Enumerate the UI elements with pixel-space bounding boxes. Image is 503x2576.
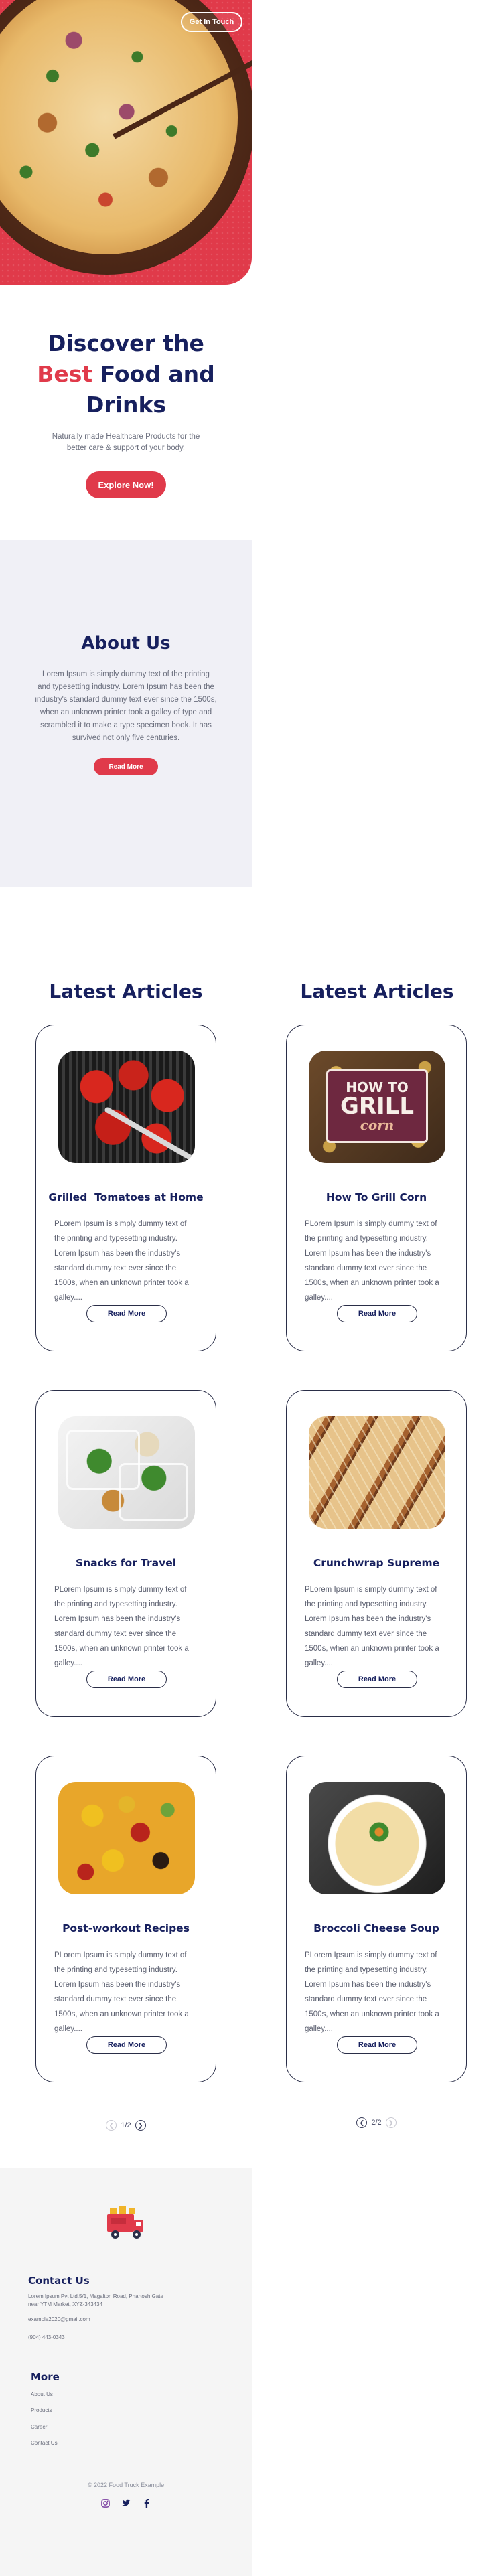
about-text: Lorem Ipsum is simply dummy text of the … [35,670,217,742]
explore-now-button[interactable]: Explore Now! [86,471,166,498]
article-excerpt: PLorem Ipsum is simply dummy text of the… [305,1586,439,1667]
article-excerpt: PLorem Ipsum is simply dummy text of the… [54,1220,189,1302]
grilled-tomatoes-image [58,1051,195,1163]
read-more-button[interactable]: Read More [337,2036,417,2054]
article-card[interactable]: Crunchwrap Supreme PLorem Ipsum is simpl… [286,1390,467,1717]
footer-link-about-us[interactable]: About Us [31,2391,53,2397]
article-card[interactable]: HOW TO GRILL corn How To Grill Corn PLor… [286,1025,467,1351]
page-indicator: 1/2 [121,2121,131,2129]
chevron-left-icon[interactable]: ❮ [356,2117,368,2128]
hero-title-line-2: Best Food and [0,359,252,390]
hero-title-line-2-rest: Food and [92,361,215,387]
read-more-button[interactable]: Read More [86,1305,167,1322]
article-title: Broccoli Cheese Soup [313,1922,439,1935]
article-card[interactable]: Broccoli Cheese Soup PLorem Ipsum is sim… [286,1756,467,2082]
footer-link-contact-us[interactable]: Contact Us [31,2440,58,2446]
food-truck-icon [107,2206,143,2239]
article-card[interactable]: Snacks for Travel PLorem Ipsum is simply… [35,1390,216,1717]
meal-prep-containers-image [58,1416,195,1529]
crunchwrap-image [309,1416,445,1529]
hero-title: Discover the Best Food and Drinks [0,328,252,421]
contact-address: Lorem Ipsum Pvt Ltd.5/1, Magalton Road, … [28,2293,163,2307]
copyright: © 2022 Food Truck Example [87,2482,165,2488]
pagination: ❮ 2/2 ❯ [350,2116,403,2129]
article-excerpt: PLorem Ipsum is simply dummy text of the… [54,1951,189,2033]
pagination: ❮ 1/2 ❯ [99,2119,153,2132]
container-shape [119,1463,188,1521]
chevron-left-icon[interactable]: ❮ [106,2120,117,2131]
tongs-shape [104,1106,194,1161]
hero-subtitle: Naturally made Healthcare Products for t… [52,433,200,452]
about-title: About Us [81,633,171,654]
article-title: Crunchwrap Supreme [313,1557,440,1569]
read-more-button[interactable]: Read More [337,1671,417,1688]
footer-link-career[interactable]: Career [31,2424,47,2430]
article-title: Grilled Tomatoes at Home [48,1191,204,1203]
contact-email[interactable]: example2020@gmail.com [28,2316,202,2324]
about-section: About Us Lorem Ipsum is simply dummy tex… [0,540,252,887]
article-excerpt: PLorem Ipsum is simply dummy text of the… [305,1951,439,2033]
article-title: How To Grill Corn [326,1191,427,1203]
article-card[interactable]: Grilled Tomatoes at Home PLorem Ipsum is… [35,1025,216,1351]
article-excerpt: PLorem Ipsum is simply dummy text of the… [54,1586,189,1667]
chevron-right-icon[interactable]: ❯ [385,2117,397,2128]
hero-title-accent: Best [37,361,93,387]
how-to-grill-corn-sign: HOW TO GRILL corn [326,1069,428,1143]
article-excerpt: PLorem Ipsum is simply dummy text of the… [305,1220,439,1302]
latest-articles-heading: Latest Articles [300,980,454,1002]
page-indicator: 2/2 [371,2119,382,2127]
article-title: Snacks for Travel [75,1557,177,1569]
chevron-right-icon[interactable]: ❯ [135,2120,146,2131]
more-title: More [31,2371,60,2383]
article-title: Post-workout Recipes [62,1922,190,1935]
about-read-more-button[interactable]: Read More [94,758,158,775]
hero-title-line-1: Discover the [48,330,204,356]
sign-line-2: GRILL [340,1093,415,1120]
latest-articles-heading: Latest Articles [49,980,203,1002]
grill-corn-image: HOW TO GRILL corn [309,1051,445,1163]
facebook-icon[interactable] [142,2498,151,2508]
broccoli-soup-image [309,1782,445,1894]
footer: Contact Us Lorem Ipsum Pvt Ltd.5/1, Maga… [0,2168,252,2576]
footer-link-products[interactable]: Products [31,2407,52,2413]
article-card[interactable]: Post-workout Recipes PLorem Ipsum is sim… [35,1756,216,2082]
sign-line-3: corn [360,1117,394,1133]
hero-text-block: Discover the Best Food and Drinks Natura… [0,328,252,498]
read-more-button[interactable]: Read More [337,1305,417,1322]
hero-title-line-3: Drinks [85,392,167,418]
contact-phone[interactable]: (904) 443-0343 [28,2334,202,2342]
read-more-button[interactable]: Read More [86,2036,167,2054]
sauce-drizzle [309,1416,445,1529]
instagram-icon[interactable] [100,2498,110,2508]
twitter-icon[interactable] [121,2498,131,2508]
read-more-button[interactable]: Read More [86,1671,167,1688]
hero-pizza-image [0,0,252,285]
contact-title: Contact Us [28,2275,90,2287]
get-in-touch-button[interactable]: Get In Touch [181,12,242,32]
fruit-bowl-image [58,1782,195,1894]
soup-garnish [369,1822,389,1842]
